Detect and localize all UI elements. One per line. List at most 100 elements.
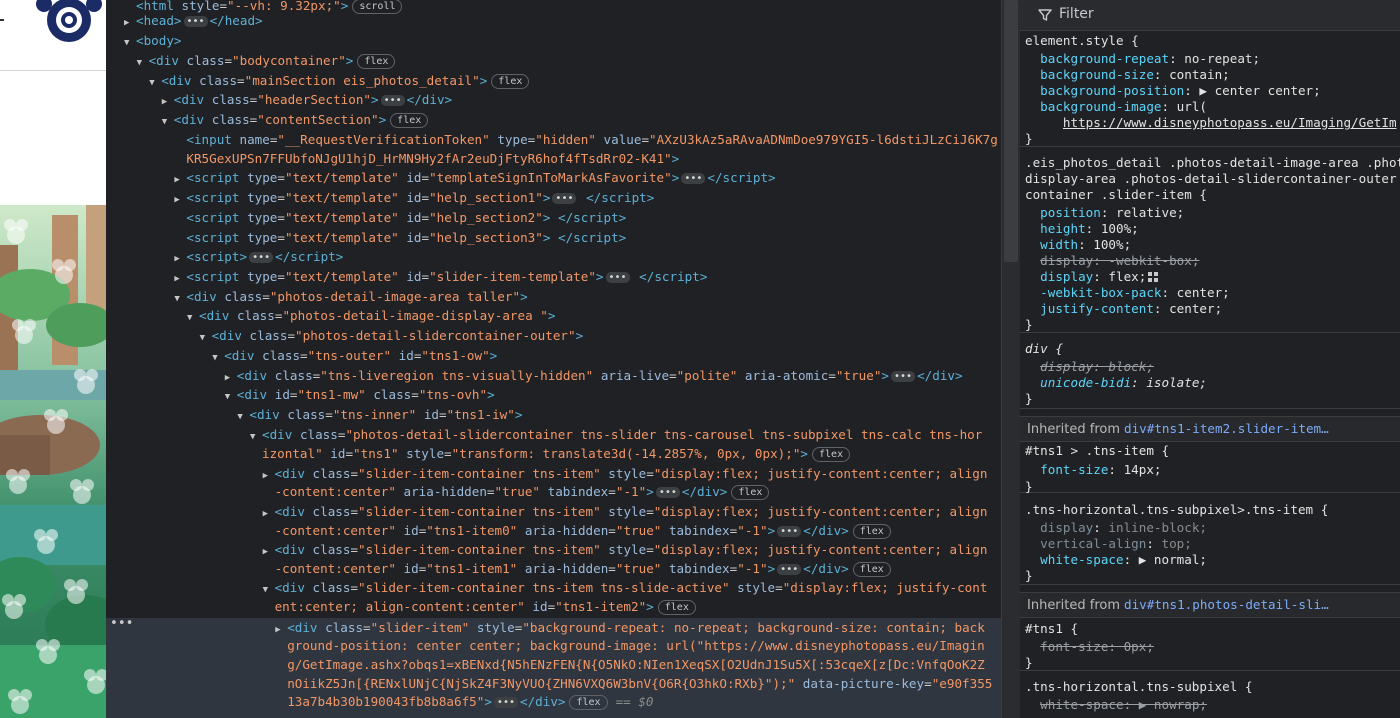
dom-node-line[interactable]: -content:center" id="tns1-item0" aria-hi… (106, 521, 1001, 540)
dom-node-line[interactable]: ▼ <div id="tns1-mw" class="tns-ovh"> (106, 385, 1001, 404)
dom-node-line[interactable]: KR5GexUPSn7FFUbfoNJgU1hjD_HrMN9Hy2fAr2eu… (106, 149, 1001, 168)
dom-node-line[interactable]: ▶ <script type="text/template" id="templa… (106, 168, 1001, 187)
elements-scrollbar[interactable] (1004, 0, 1018, 262)
dom-node-line[interactable]: ▼ <div class="bodycontainer"> flex (106, 51, 1001, 70)
dom-node-markup: <div class="photos-detail-slidercontaine… (262, 427, 983, 442)
styles-panel[interactable]: Filter Inherited from div#tns1-item2.slid… (1020, 0, 1400, 718)
dom-node-line[interactable]: ▶ <div class="slider-item-container tns-i… (106, 502, 1001, 521)
dom-node-markup: <div class="slider-item-container tns-it… (274, 504, 988, 519)
dom-node-line[interactable]: ▼ <div class="slider-item-container tns-i… (106, 578, 1001, 597)
style-rule-line[interactable]: font-size: 14px; (1025, 462, 1161, 478)
style-rule-line[interactable]: background-repeat: no-repeat; (1025, 51, 1260, 67)
style-rule-line[interactable]: white-space: ▶ nowrap; (1025, 697, 1207, 713)
style-rule-line[interactable]: } (1025, 655, 1033, 671)
dom-node-line[interactable]: ▶ <script type="text/template" id="help_s… (106, 188, 1001, 207)
style-rule-line[interactable]: background-position: ▶ center center; (1025, 83, 1321, 99)
dom-node-line[interactable]: <script type="text/template" id="help_se… (106, 228, 1001, 247)
style-rule-line[interactable]: justify-content: center; (1025, 301, 1222, 317)
style-rule-line[interactable]: element.style { (1025, 33, 1139, 49)
style-rule-line[interactable]: https://www.disneyphotopass.eu/Imaging/G… (1025, 115, 1397, 131)
dom-node-line[interactable]: ▼ <div class="photos-detail-image-display… (106, 306, 1001, 325)
dom-node-markup: -content:center" id="tns1-item1" aria-hi… (275, 561, 891, 577)
dom-node-markup: <div class="slider-item-container tns-it… (274, 466, 988, 481)
inherited-from-link[interactable]: div#tns1.photos-detail-sli… (1124, 597, 1329, 612)
dom-node-line[interactable]: ▶ <script type="text/template" id="slider… (106, 267, 1001, 286)
style-rule-line[interactable]: display: flex; (1025, 269, 1159, 285)
preview-dash (0, 19, 4, 21)
style-rule-line[interactable]: display: inline-block; (1025, 520, 1207, 536)
dom-node-line[interactable]: ▶ <div class="slider-item-container tns-i… (106, 540, 1001, 559)
dom-node-line[interactable]: ▶ <script> ••• </script> (106, 247, 1001, 266)
style-rule-line[interactable]: } (1025, 317, 1033, 333)
style-rule-line[interactable]: #tns1 { (1025, 621, 1078, 637)
dom-node-markup: -content:center" aria-hidden="true" tabi… (275, 484, 770, 500)
dom-node-line[interactable]: ▶ <div class="slider-item" style="backgro… (106, 618, 1001, 637)
style-rule-line[interactable]: div { (1025, 341, 1063, 357)
style-rule-line[interactable]: vertical-align: top; (1025, 536, 1192, 552)
style-rule-line[interactable]: background-size: contain; (1025, 67, 1230, 83)
dom-node-markup: <div class="bodycontainer"> flex (149, 53, 396, 69)
style-rule-line[interactable]: } (1025, 131, 1033, 147)
style-rule-line[interactable]: .tns-horizontal.tns-subpixel>.tns-item { (1025, 502, 1328, 518)
dom-node-line[interactable]: ▼ <div class="tns-outer" id="tns1-ow"> (106, 346, 1001, 365)
dom-node-line[interactable]: g/GetImage.ashx?obqs1=xBENxd{N5hENzFEN{N… (106, 655, 1001, 674)
dom-node-line[interactable]: ▼ <div class="photos-detail-slidercontain… (106, 326, 1001, 345)
dom-node-line[interactable]: ▶ <head> ••• </head> (106, 11, 1001, 30)
dom-node-line[interactable]: -content:center" aria-hidden="true" tabi… (106, 482, 1001, 501)
style-rule-line[interactable]: .tns-horizontal.tns-subpixel { (1025, 679, 1252, 695)
style-rule-line[interactable]: #tns1 > .tns-item { (1025, 443, 1169, 459)
dom-node-line[interactable]: ent:center; align-content:center" id="tn… (106, 597, 1001, 616)
dom-node-line[interactable]: ▼ <div class="photos-detail-slidercontain… (106, 425, 1001, 444)
dom-node-line[interactable]: ▼ <div class="mainSection eis_photos_deta… (106, 71, 1001, 90)
style-rule-line[interactable]: container .slider-item { (1025, 187, 1207, 203)
style-rule-line[interactable]: width: 100%; (1025, 237, 1131, 253)
dom-node-line[interactable]: ▶ <div class="tns-liveregion tns-visually… (106, 366, 1001, 385)
dom-node-line[interactable]: ▼ <body> (106, 31, 1001, 50)
dom-node-markup: <div class="contentSection"> flex (174, 112, 429, 128)
style-rule-line[interactable]: font-size: 0px; (1025, 639, 1154, 655)
style-rule-line[interactable]: } (1025, 568, 1033, 584)
dom-node-line[interactable]: ▼ <div class="tns-inner" id="tns1-iw"> (106, 405, 1001, 424)
style-rule-line[interactable]: } (1025, 391, 1033, 407)
dom-node-line[interactable]: 13a7b4b30b190043fb8b8a6f5"> ••• </div> flex… (106, 692, 1001, 711)
dom-node-markup: <div class="tns-inner" id="tns1-iw"> (249, 407, 523, 422)
style-rule-line[interactable]: display: block; (1025, 359, 1154, 375)
inherited-from-link[interactable]: div#tns1-item2.slider-item… (1124, 421, 1329, 436)
styles-filter-bar[interactable]: Filter (1020, 0, 1400, 31)
dom-node-line[interactable]: <input name="__RequestVerificationToken"… (106, 130, 1001, 149)
dom-node-markup: g/GetImage.ashx?obqs1=xBENxd{N5hENzFEN{N… (287, 657, 985, 672)
style-rule-line[interactable]: background-image: url( (1025, 99, 1207, 115)
dom-node-line[interactable]: <script type="text/template" id="help_se… (106, 208, 1001, 227)
style-rule-line[interactable]: height: 100%; (1025, 221, 1139, 237)
style-rule-line[interactable]: white-space: ▶ normal; (1025, 552, 1207, 568)
dom-node-markup: izontal" id="tns1" style="transform: tra… (262, 446, 851, 462)
dom-node-line[interactable]: izontal" id="tns1" style="transform: tra… (106, 444, 1001, 463)
dom-node-markup: 13a7b4b30b190043fb8b8a6f5"> ••• </div> flex… (287, 694, 654, 710)
rule-separator (1020, 492, 1400, 493)
style-rule-line[interactable]: } (1025, 479, 1033, 495)
style-rule-line[interactable]: display-area .photos-detail-slidercontai… (1025, 171, 1397, 187)
dom-node-markup: <body> (136, 33, 182, 48)
dom-node-line[interactable]: ▶ <div class="slider-item-container tns-i… (106, 464, 1001, 483)
dom-node-line[interactable]: nOiikZ5Jn[{RENxlUNjC{NjSkZ4F3NyVUO{ZHN6V… (106, 674, 1001, 693)
dom-node-line[interactable]: ▶ <div class="headerSection"> ••• </div> (106, 90, 1001, 109)
style-rule-line[interactable]: unicode-bidi: isolate; (1025, 375, 1207, 391)
dom-node-markup: <div id="tns1-mw" class="tns-ovh"> (236, 387, 495, 402)
style-rule-line[interactable]: position: relative; (1025, 205, 1184, 221)
dom-node-line[interactable]: ground-position: center center; backgrou… (106, 636, 1001, 655)
style-rule-line[interactable]: .eis_photos_detail .photos-detail-image-… (1025, 155, 1400, 171)
dom-node-markup: <div class="tns-liveregion tns-visually-… (236, 368, 963, 383)
elements-panel[interactable]: ••• <html style="--vh: 9.32px;"> scroll ▶ <… (106, 0, 1001, 718)
style-rule-line[interactable]: display: -webkit-box; (1025, 253, 1199, 269)
dom-node-line[interactable]: -content:center" id="tns1-item1" aria-hi… (106, 559, 1001, 578)
filter-input[interactable]: Filter (1059, 6, 1094, 22)
rule-separator (1020, 146, 1400, 147)
dom-node-markup: <script type="text/template" id="help_se… (186, 210, 627, 225)
dom-node-line[interactable]: ▼ <div class="photos-detail-image-area ta… (106, 287, 1001, 306)
dom-node-markup: <script type="text/template" id="slider-… (186, 269, 708, 284)
style-rule-line[interactable]: -webkit-box-pack: center; (1025, 285, 1230, 301)
dom-node-markup: KR5GexUPSn7FFUbfoNJgU1hjD_HrMN9Hy2fAr2eu… (186, 151, 680, 166)
dom-node-line[interactable]: ▼ <div class="contentSection"> flex (106, 110, 1001, 129)
inherited-from-header: Inherited from div#tns1-item2.slider-item… (1020, 416, 1400, 442)
